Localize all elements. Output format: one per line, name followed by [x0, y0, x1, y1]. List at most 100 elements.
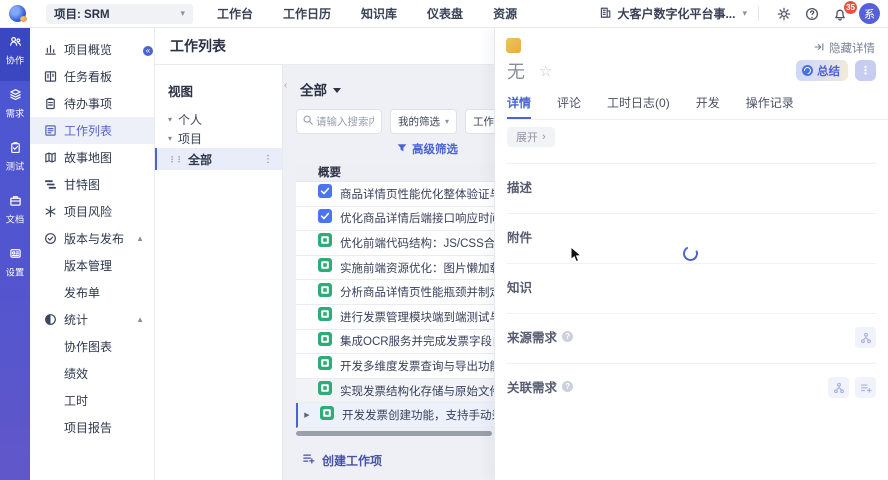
sidebar-item-版本管理[interactable]: 版本管理	[30, 252, 154, 279]
project-selector[interactable]: 项目: SRM ▾	[46, 4, 193, 24]
expand-caret-icon[interactable]: ▶	[300, 411, 314, 419]
ai-summarize-label: 总结	[817, 63, 840, 79]
view-item-label: 全部	[188, 151, 212, 168]
todo-icon	[44, 97, 57, 110]
detail-tab-操作记录[interactable]: 操作记录	[746, 94, 794, 119]
status-task-icon[interactable]	[318, 258, 332, 277]
caret-down-icon[interactable]	[333, 88, 341, 93]
detail-more-button[interactable]: ⋮	[855, 60, 876, 81]
app-logo-icon[interactable]	[9, 5, 26, 22]
hierarchy-icon[interactable]	[828, 377, 849, 398]
hide-details-button[interactable]: 隐藏详情	[813, 40, 875, 56]
list-title: 全部	[300, 79, 327, 99]
status-task-icon[interactable]	[318, 307, 332, 326]
rail-item-文档[interactable]: 文档	[0, 187, 30, 240]
more-menu-icon[interactable]: ⋮	[263, 154, 273, 165]
view-item-all[interactable]: ⋮⋮ 全部 ⋮	[155, 148, 282, 170]
horizontal-scrollbar[interactable]	[296, 431, 492, 436]
view-group-项目[interactable]: ▾项目	[155, 129, 282, 148]
sidebar-item-项目报告[interactable]: 项目报告	[30, 414, 154, 441]
advanced-filter-label: 高级筛选	[412, 141, 458, 157]
section-label: 描述	[507, 177, 532, 196]
status-task-icon[interactable]	[318, 233, 332, 252]
collab-icon	[9, 35, 22, 48]
rail-item-需求[interactable]: 需求	[0, 81, 30, 134]
test-icon	[9, 141, 22, 154]
sidebar-item-故事地图[interactable]: 故事地图	[30, 144, 154, 171]
notification-bell-icon[interactable]: 35	[829, 3, 851, 25]
sidebar-item-统计[interactable]: 统计▲	[30, 306, 154, 333]
sidebar-item-绩效[interactable]: 绩效	[30, 360, 154, 387]
status-done-icon[interactable]	[318, 209, 332, 228]
topbar-tab-工作日历[interactable]: 工作日历	[283, 5, 331, 22]
module-rail: 协作需求测试文档设置	[0, 28, 30, 480]
status-task-icon[interactable]	[318, 381, 332, 400]
rail-item-设置[interactable]: 设置	[0, 240, 30, 293]
sidebar-item-label: 版本与发布	[64, 230, 124, 247]
status-done-icon[interactable]	[318, 184, 332, 203]
my-filter-dropdown[interactable]: 我的筛选 ▾	[390, 109, 457, 134]
detail-title: 无	[507, 58, 525, 84]
sidebar-item-版本与发布[interactable]: 版本与发布 ▲	[30, 225, 154, 252]
status-task-icon[interactable]	[318, 283, 332, 302]
detail-tab-开发[interactable]: 开发	[696, 94, 720, 119]
org-name: 大客户数字化平台事...	[617, 5, 735, 22]
topbar-tab-工作台[interactable]: 工作台	[217, 5, 253, 22]
section-label: 来源需求?	[507, 327, 573, 346]
detail-section-描述: 描述	[507, 163, 876, 213]
rail-item-协作[interactable]: 协作	[0, 28, 30, 81]
detail-tab-工时日志(0)[interactable]: 工时日志(0)	[607, 94, 670, 119]
sidebar-item-label: 甘特图	[64, 176, 100, 193]
release-icon	[44, 232, 57, 245]
settings-gear-icon[interactable]	[773, 3, 795, 25]
rail-item-label: 需求	[6, 106, 24, 120]
gantt-icon	[44, 178, 57, 191]
sidebar-item-甘特图[interactable]: 甘特图	[30, 171, 154, 198]
topbar-tab-资源[interactable]: 资源	[493, 5, 517, 22]
storymap-icon	[44, 151, 57, 164]
sidebar-item-项目风险[interactable]: 项目风险	[30, 198, 154, 225]
topbar-right: 大客户数字化平台事... ▾ 35 系	[599, 3, 888, 25]
topbar-tab-知识库[interactable]: 知识库	[361, 5, 397, 22]
sidebar-item-项目概览[interactable]: 项目概览	[30, 36, 154, 63]
views-panel: 视图 ▾个人▾项目 ⋮⋮ 全部 ⋮	[155, 65, 283, 480]
sidebar-item-任务看板[interactable]: 任务看板	[30, 63, 154, 90]
ai-summarize-button[interactable]: 总结	[796, 60, 848, 81]
risk-icon	[44, 205, 57, 218]
views-collapse-icon[interactable]: ‹	[284, 80, 287, 91]
section-label: 附件	[507, 227, 532, 246]
status-task-icon[interactable]	[318, 332, 332, 351]
org-selector[interactable]: 大客户数字化平台事... ▾	[599, 5, 747, 22]
sidebar-item-协作图表[interactable]: 协作图表	[30, 333, 154, 360]
sidebar-item-工时[interactable]: 工时	[30, 387, 154, 414]
avatar[interactable]: 系	[859, 3, 880, 24]
search-input[interactable]	[314, 115, 376, 129]
star-icon[interactable]: ☆	[539, 62, 552, 80]
detail-tab-详情[interactable]: 详情	[507, 94, 531, 119]
status-task-icon[interactable]	[320, 406, 334, 425]
list-add-icon[interactable]	[855, 377, 876, 398]
hierarchy-icon[interactable]	[855, 327, 876, 348]
sidebar-item-待办事项[interactable]: 待办事项	[30, 90, 154, 117]
sidebar-item-工作列表[interactable]: 工作列表	[30, 117, 154, 144]
expand-fields-button[interactable]: 展开 ›	[507, 127, 555, 147]
status-task-icon[interactable]	[318, 356, 332, 375]
sidebar-item-label: 项目概览	[64, 41, 112, 58]
page-title: 工作列表	[170, 36, 226, 56]
topbar-tab-仪表盘[interactable]: 仪表盘	[427, 5, 463, 22]
chevron-right-icon: ›	[542, 131, 546, 143]
sidebar-collapse-button[interactable]: «	[141, 44, 155, 58]
rail-item-label: 测试	[6, 159, 24, 173]
chevron-down-icon: ▾	[168, 115, 172, 124]
chevron-up-icon[interactable]: ▲	[136, 234, 144, 243]
view-group-个人[interactable]: ▾个人	[155, 110, 282, 129]
chevron-up-icon[interactable]: ▲	[136, 315, 144, 324]
help-icon[interactable]	[801, 3, 823, 25]
sidebar-item-发布单[interactable]: 发布单	[30, 279, 154, 306]
sidebar-item-label: 发布单	[64, 284, 100, 301]
section-label: 知识	[507, 277, 532, 296]
rail-item-测试[interactable]: 测试	[0, 134, 30, 187]
drag-handle-icon[interactable]: ⋮⋮	[168, 155, 182, 164]
detail-tab-评论[interactable]: 评论	[557, 94, 581, 119]
sidebar-item-label: 项目报告	[64, 419, 112, 436]
